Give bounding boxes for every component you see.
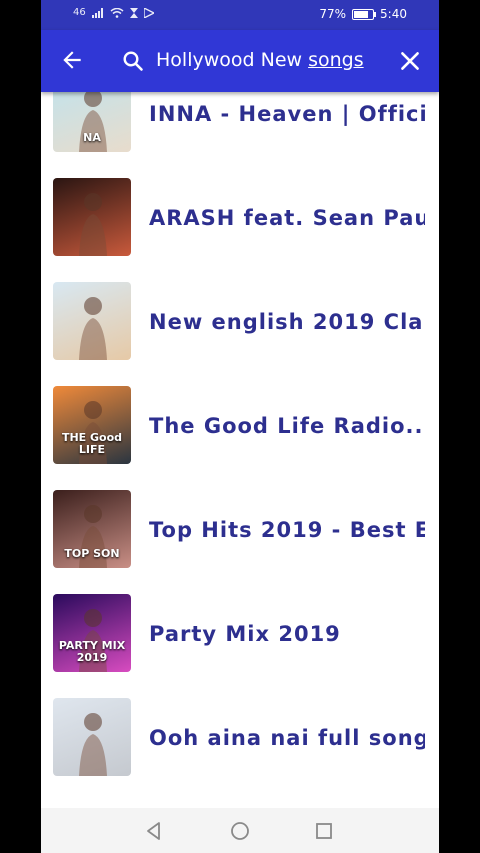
app-screen: 46 77% 5:40 Hollywood New songs NA INNA …: [41, 0, 439, 853]
square-recents-icon: [316, 823, 332, 839]
status-left-icons: 46: [73, 7, 154, 18]
result-row[interactable]: Ooh aina nai full song: [41, 686, 439, 790]
circle-home-icon: [231, 822, 249, 840]
video-thumbnail: [53, 698, 131, 776]
wifi-icon: [110, 7, 124, 18]
battery-icon: [352, 8, 377, 20]
result-title: INNA - Heaven | Offici..: [149, 102, 425, 126]
thumbnail-caption: THE Good LIFE: [61, 431, 123, 456]
result-title: Ooh aina nai full song: [149, 726, 425, 750]
result-title: ARASH feat. Sean Pau..: [149, 206, 425, 230]
result-row[interactable]: New english 2019 Cla..: [41, 270, 439, 374]
thumbnail-caption: NA: [83, 131, 101, 144]
results-list: NA INNA - Heaven | Offici.. ARASH feat. Se…: [41, 92, 439, 808]
video-thumbnail: [53, 282, 131, 360]
status-right: 77% 5:40: [319, 7, 407, 21]
search-toolbar: Hollywood New songs: [41, 30, 439, 92]
result-title: New english 2019 Cla..: [149, 310, 425, 334]
search-query-underlined: songs: [308, 49, 364, 71]
search-query-text: Hollywood New: [156, 49, 309, 71]
close-icon: [401, 52, 419, 70]
video-thumbnail: TOP SON: [53, 490, 131, 568]
arrow-left-icon: [63, 51, 81, 69]
cast-icon: [143, 7, 154, 18]
navigation-bar: [41, 808, 439, 853]
nav-back-button[interactable]: [143, 820, 165, 842]
clear-search-button[interactable]: [397, 48, 423, 74]
result-row[interactable]: THE Good LIFE The Good Life Radio..: [41, 374, 439, 478]
clock: 5:40: [380, 7, 407, 21]
video-thumbnail: NA: [53, 92, 131, 152]
result-title: Party Mix 2019: [149, 622, 341, 646]
search-icon: [123, 51, 143, 71]
hourglass-icon: [129, 7, 138, 18]
video-thumbnail: THE Good LIFE: [53, 386, 131, 464]
result-title: The Good Life Radio..: [149, 414, 424, 438]
result-title: Top Hits 2019 - Best E..: [149, 518, 425, 542]
nav-home-button[interactable]: [229, 820, 251, 842]
result-row[interactable]: NA INNA - Heaven | Offici..: [41, 92, 439, 166]
nav-recents-button[interactable]: [313, 820, 335, 842]
signal-icon: [91, 7, 103, 18]
thumbnail-caption: TOP SON: [64, 547, 120, 560]
video-thumbnail: [53, 178, 131, 256]
triangle-back-icon: [147, 822, 160, 840]
thumbnail-caption: PARTY MIX 2019: [58, 639, 126, 664]
battery-percent: 77%: [319, 7, 347, 21]
status-bar: 46 77% 5:40: [41, 0, 439, 30]
result-row[interactable]: ARASH feat. Sean Pau..: [41, 166, 439, 270]
video-thumbnail: PARTY MIX 2019: [53, 594, 131, 672]
result-row[interactable]: PARTY MIX 2019 Party Mix 2019: [41, 582, 439, 686]
back-button[interactable]: [59, 47, 85, 73]
search-input[interactable]: Hollywood New songs: [156, 49, 364, 71]
result-row[interactable]: TOP SON Top Hits 2019 - Best E..: [41, 478, 439, 582]
network-label: 46: [73, 7, 86, 18]
